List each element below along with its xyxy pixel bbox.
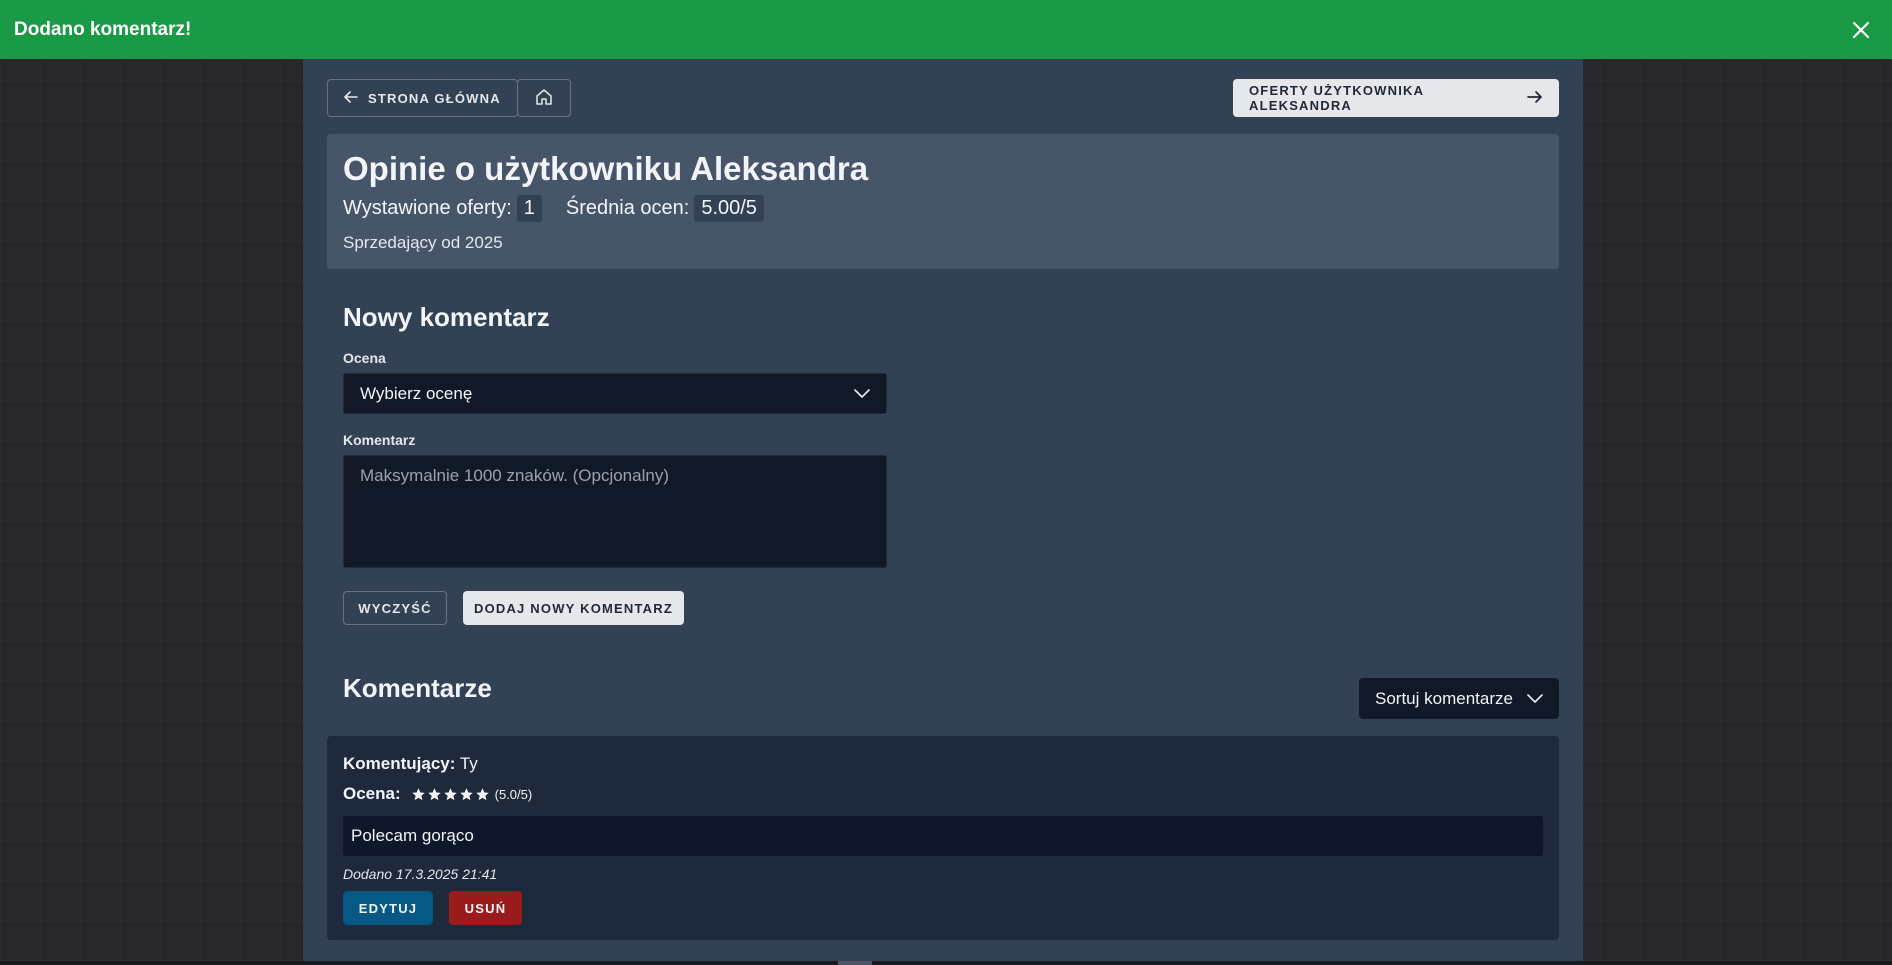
home-page-button[interactable]: STRONA GŁÓWNA — [327, 79, 518, 117]
edit-button-label: EDYTUJ — [358, 900, 418, 916]
comment-author-line: Komentujący: Ty — [343, 754, 478, 774]
offers-count-badge: 1 — [516, 195, 542, 222]
comment-text: Polecam gorąco — [351, 826, 474, 845]
home-button[interactable] — [517, 79, 571, 117]
star-icon — [443, 787, 457, 800]
success-toast: Dodano komentarz! — [0, 0, 1892, 59]
sort-comments-dropdown[interactable]: Sortuj komentarze — [1359, 678, 1559, 719]
comment-textarea[interactable]: Maksymalnie 1000 znaków. (Opcjonalny) — [343, 455, 887, 568]
user-offers-label: OFERTY UŻYTKOWNIKA ALEKSANDRA — [1249, 83, 1424, 113]
page-title: Opinie o użytkowniku Aleksandra — [343, 150, 869, 187]
comment-placeholder: Maksymalnie 1000 znaków. (Opcjonalny) — [360, 466, 669, 485]
main-panel: STRONA GŁÓWNA OFERTY UŻYTKOWNIKA ALEKSAN… — [303, 59, 1583, 965]
user-offers-button[interactable]: OFERTY UŻYTKOWNIKA ALEKSANDRA — [1233, 79, 1559, 117]
delete-comment-button[interactable]: USUŃ — [449, 891, 522, 925]
toast-message: Dodano komentarz! — [14, 18, 192, 40]
rating-label: Ocena — [343, 350, 386, 366]
comments-heading: Komentarze — [343, 673, 492, 703]
new-comment-heading: Nowy komentarz — [343, 302, 550, 332]
add-comment-button[interactable]: DODAJ NOWY KOMENTARZ — [463, 591, 684, 625]
comment-rating-line: Ocena: (5.0/5) — [343, 784, 532, 804]
comment-author: Ty — [459, 754, 478, 773]
star-icon — [475, 787, 489, 800]
add-comment-button-label: DODAJ NOWY KOMENTARZ — [473, 600, 674, 616]
home-icon — [535, 88, 553, 109]
rating-select-value: Wybierz ocenę — [360, 383, 473, 403]
bottom-edge — [0, 961, 1892, 965]
chevron-down-icon — [1527, 689, 1543, 709]
scroll-indicator[interactable] — [838, 961, 872, 965]
edit-comment-button[interactable]: EDYTUJ — [343, 891, 433, 925]
arrow-right-icon — [1527, 90, 1543, 107]
close-icon[interactable] — [1844, 13, 1878, 47]
rating-select[interactable]: Wybierz ocenę — [343, 373, 887, 414]
clear-button-label: WYCZYŚĆ — [358, 600, 432, 616]
home-page-label: STRONA GŁÓWNA — [368, 90, 501, 106]
comment-card: Komentujący: Ty Ocena: (5.0/5) Polecam g… — [327, 736, 1559, 940]
average-rating-label: Średnia ocen: — [565, 197, 690, 219]
star-icon — [411, 787, 425, 800]
comment-text-box: Polecam gorąco — [343, 816, 1543, 856]
comment-rating-value: (5.0/5) — [494, 786, 533, 802]
profile-stats: Wystawione oferty: 1 Średnia ocen: 5.00/… — [343, 195, 764, 222]
comment-label: Komentarz — [343, 432, 416, 448]
sort-comments-label: Sortuj komentarze — [1375, 688, 1513, 708]
clear-button[interactable]: WYCZYŚĆ — [343, 591, 447, 625]
comment-date: Dodano 17.3.2025 21:41 — [343, 866, 498, 882]
arrow-left-icon — [344, 90, 358, 107]
chevron-down-icon — [854, 384, 870, 404]
star-rating — [411, 787, 490, 802]
comment-rating-label: Ocena: — [343, 784, 401, 803]
star-icon — [427, 787, 441, 800]
comment-author-label: Komentujący: — [343, 754, 456, 773]
profile-header: Opinie o użytkowniku Aleksandra Wystawio… — [327, 134, 1559, 269]
star-icon — [459, 787, 473, 800]
offers-count-label: Wystawione oferty: — [343, 197, 512, 219]
average-rating-badge: 5.00/5 — [694, 195, 764, 222]
delete-button-label: USUŃ — [464, 900, 507, 916]
seller-since: Sprzedający od 2025 — [343, 233, 503, 252]
